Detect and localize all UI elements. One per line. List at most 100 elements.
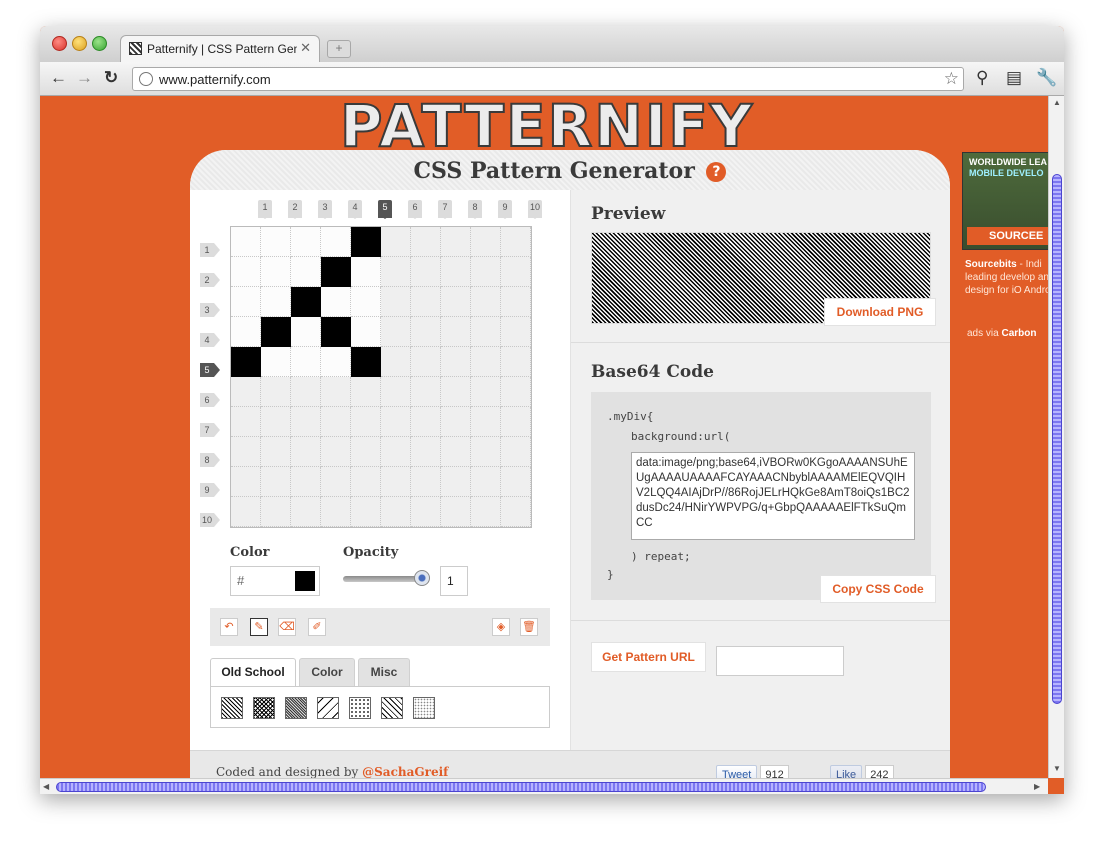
grid-cell[interactable] [231,437,261,467]
grid-cell[interactable] [411,227,441,257]
vertical-scrollbar[interactable]: ▲ ▼ [1048,96,1064,778]
grid-cell[interactable] [441,257,471,287]
grid-cell[interactable] [501,287,531,317]
grid-cell[interactable] [381,377,411,407]
grid-cell[interactable] [351,497,381,527]
grid-cell[interactable] [321,437,351,467]
preset-swatch[interactable] [285,697,307,719]
grid-cell[interactable] [471,437,501,467]
grid-cell[interactable] [291,257,321,287]
grid-cell[interactable] [261,257,291,287]
tab-close-icon[interactable]: ✕ [300,40,311,56]
preset-swatch[interactable] [221,697,243,719]
row-label-6[interactable]: 6 [200,393,220,407]
column-label-7[interactable]: 7 [438,200,452,219]
grid-cell[interactable] [471,497,501,527]
grid-cell[interactable] [441,377,471,407]
grid-cell[interactable] [351,407,381,437]
trash-icon[interactable]: 🗑 [520,618,538,636]
grid-cell[interactable] [471,467,501,497]
grid-cell[interactable] [291,347,321,377]
zoom-window-button[interactable] [92,36,107,51]
grid-cell[interactable] [291,227,321,257]
grid-cell[interactable] [321,317,351,347]
grid-cell[interactable] [411,467,441,497]
grid-cell[interactable] [291,497,321,527]
grid-cell[interactable] [501,437,531,467]
grid-cell[interactable] [381,467,411,497]
tab-old-school[interactable]: Old School [210,658,296,687]
column-label-4[interactable]: 4 [348,200,362,219]
browser-tab[interactable]: Patternify | CSS Pattern Gene ✕ [120,35,320,62]
grid-cell[interactable] [351,437,381,467]
dropper-icon[interactable]: ✐ [308,618,326,636]
preset-swatch[interactable] [317,697,339,719]
grid-cell[interactable] [441,437,471,467]
row-label-8[interactable]: 8 [200,453,220,467]
grid-cell[interactable] [231,347,261,377]
grid-cell[interactable] [351,377,381,407]
grid-cell[interactable] [261,287,291,317]
grid-cell[interactable] [501,317,531,347]
forward-icon[interactable]: → [76,68,93,88]
grid-cell[interactable] [411,347,441,377]
grid-cell[interactable] [501,227,531,257]
grid-cell[interactable] [231,407,261,437]
grid-cell[interactable] [471,377,501,407]
opacity-slider-handle[interactable] [414,570,430,586]
grid-cell[interactable] [231,317,261,347]
horizontal-scrollbar[interactable]: ◀ ▶ [40,778,1048,794]
grid-cell[interactable] [381,317,411,347]
grid-cell[interactable] [321,257,351,287]
row-label-9[interactable]: 9 [200,483,220,497]
address-bar[interactable]: www.patternify.com ☆ [132,67,964,91]
grid-cell[interactable] [291,317,321,347]
minimize-window-button[interactable] [72,36,87,51]
grid-cell[interactable] [381,227,411,257]
grid-cell[interactable] [441,347,471,377]
column-label-10[interactable]: 10 [528,200,542,219]
grid-cell[interactable] [261,467,291,497]
grid-cell[interactable] [351,227,381,257]
grid-cell[interactable] [321,227,351,257]
grid-cell[interactable] [471,257,501,287]
bookmark-star-icon[interactable]: ☆ [944,69,959,89]
grid-cell[interactable] [381,257,411,287]
scroll-right-icon[interactable]: ▶ [1034,782,1040,791]
carbon-link[interactable]: Carbon [1001,328,1036,339]
fill-icon[interactable]: ◈ [492,618,510,636]
grid-cell[interactable] [411,497,441,527]
copy-css-button[interactable]: Copy CSS Code [820,575,936,603]
row-label-7[interactable]: 7 [200,423,220,437]
grid-cell[interactable] [441,407,471,437]
grid-cell[interactable] [231,377,261,407]
wrench-icon[interactable]: 🔧 [1036,68,1057,88]
row-label-1[interactable]: 1 [200,243,220,257]
grid-cell[interactable] [351,317,381,347]
back-icon[interactable]: ← [50,68,67,88]
scroll-left-icon[interactable]: ◀ [43,782,49,791]
grid-cell[interactable] [471,227,501,257]
vertical-scroll-thumb[interactable] [1052,174,1062,704]
grid-cell[interactable] [411,317,441,347]
grid-cell[interactable] [261,227,291,257]
grid-cell[interactable] [501,377,531,407]
grid-cell[interactable] [351,467,381,497]
grid-cell[interactable] [291,437,321,467]
preset-swatch[interactable] [381,697,403,719]
column-label-1[interactable]: 1 [258,200,272,219]
grid-cell[interactable] [441,287,471,317]
row-label-4[interactable]: 4 [200,333,220,347]
preset-swatch[interactable] [253,697,275,719]
column-label-3[interactable]: 3 [318,200,332,219]
grid-cell[interactable] [441,497,471,527]
grid-cell[interactable] [231,287,261,317]
grid-cell[interactable] [381,407,411,437]
reload-icon[interactable]: ↻ [104,68,118,88]
help-icon[interactable]: ? [706,162,727,182]
grid-cell[interactable] [381,287,411,317]
tab-misc[interactable]: Misc [358,658,410,686]
pin-icon[interactable]: ⚲ [976,68,988,88]
pattern-url-field[interactable] [716,646,844,676]
row-label-2[interactable]: 2 [200,273,220,287]
